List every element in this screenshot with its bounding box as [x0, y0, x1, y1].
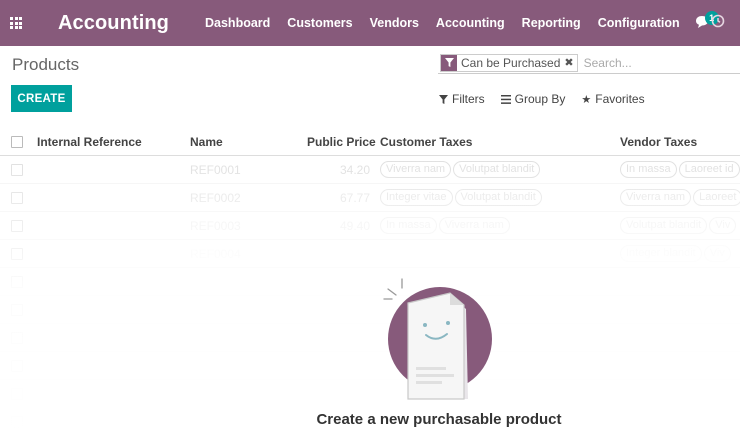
products-list: Internal Reference Name Public Price Cus…	[0, 128, 740, 436]
menu-item-dashboard[interactable]: Dashboard	[205, 16, 270, 30]
favorites-label: Favorites	[595, 92, 645, 106]
tax-tag: Integer blandit	[620, 245, 702, 262]
row-checkbox[interactable]	[11, 247, 23, 260]
select-all-checkbox[interactable]	[11, 135, 23, 148]
cell-customer-taxes: Integer vitae Volutpat blandit	[380, 189, 544, 206]
top-navbar: Accounting Dashboard Customers Vendors A…	[0, 0, 740, 46]
groupby-button[interactable]: Group By	[500, 92, 566, 106]
cell-vendor-taxes: Integer blandit Viv	[620, 245, 733, 262]
bars-icon	[500, 94, 511, 104]
table-row[interactable]: REF0003 49.40 In massa Viverra nam Volutpat …	[0, 212, 740, 240]
tax-tag: In massa	[380, 217, 437, 234]
tax-tag: Viv	[709, 217, 737, 234]
cell-customer-taxes: Viverra nam Volutpat blandit	[380, 161, 542, 178]
menu-item-reporting[interactable]: Reporting	[522, 16, 581, 30]
column-name[interactable]: Name	[190, 135, 223, 149]
create-button[interactable]: CREATE	[11, 85, 72, 112]
table-row[interactable]: REF0002 67.77 Integer vitae Volutpat blandi…	[0, 184, 740, 212]
tax-tag: Laoreet id	[678, 161, 740, 178]
tax-tag: Volutpat blandit	[453, 161, 541, 178]
menu-item-customers[interactable]: Customers	[287, 16, 352, 30]
tax-tag: Viverra nam	[620, 189, 692, 206]
table-body: REF0001 34.20 Viverra nam Volutpat blandit I…	[0, 156, 740, 436]
cell-vendor-taxes: Viverra nam Laoreet	[620, 189, 740, 206]
table-row[interactable]: REF0004 Integer blandit Viv	[0, 240, 740, 268]
cell-reference: REF0003	[190, 218, 241, 233]
cell-price: 49.40	[339, 218, 370, 233]
column-internal-reference[interactable]: Internal Reference	[37, 135, 142, 149]
column-public-price[interactable]: Public Price	[307, 135, 376, 149]
tax-tag: Viv	[703, 245, 731, 262]
table-row[interactable]: REF0001 34.20 Viverra nam Volutpat blandit I…	[0, 156, 740, 184]
row-checkbox[interactable]	[11, 275, 23, 288]
cell-customer-taxes: In massa Viverra nam	[380, 217, 512, 234]
filter-icon	[441, 54, 457, 71]
row-checkbox[interactable]	[11, 331, 23, 344]
search-bar: Can be Purchased ✖	[438, 52, 740, 74]
tax-tag: Integer vitae	[380, 189, 453, 206]
empty-state-title: Create a new purchasable product	[316, 411, 562, 428]
column-vendor-taxes[interactable]: Vendor Taxes	[620, 135, 697, 149]
groupby-label: Group By	[514, 92, 566, 106]
cell-reference: REF0001	[190, 162, 241, 177]
apps-menu-icon[interactable]	[4, 0, 28, 46]
page-title: Products	[12, 55, 80, 74]
tax-tag: Volutpat blandit	[454, 189, 542, 206]
search-options: Filters Group By ★ Favorites	[439, 92, 661, 106]
empty-document-illustration	[383, 278, 492, 400]
cell-vendor-taxes: Volutpat blandit Viv	[620, 217, 738, 234]
favorites-button[interactable]: ★ Favorites	[581, 92, 644, 106]
menu-item-configuration[interactable]: Configuration	[598, 16, 680, 30]
facet-label: Can be Purchased	[461, 55, 561, 70]
tax-tag: In massa	[620, 161, 677, 178]
tax-tag: Volutpat blandit	[620, 217, 708, 234]
row-checkbox[interactable]	[11, 219, 23, 232]
cell-price: 67.77	[339, 190, 370, 205]
row-checkbox[interactable]	[11, 163, 23, 176]
menu-item-accounting[interactable]: Accounting	[436, 16, 505, 30]
cell-reference: REF0002	[190, 190, 241, 205]
search-input[interactable]	[583, 55, 734, 70]
table-row[interactable]	[0, 380, 740, 408]
row-checkbox[interactable]	[11, 359, 23, 372]
main-menu: Dashboard Customers Vendors Accounting R…	[205, 16, 697, 30]
table-row[interactable]	[0, 352, 740, 380]
tax-tag: Laoreet	[693, 189, 740, 206]
filters-button[interactable]: Filters	[439, 92, 485, 106]
table-header: Internal Reference Name Public Price Cus…	[0, 128, 740, 156]
tax-tag: Viverra nam	[438, 217, 510, 234]
table-row[interactable]	[0, 268, 740, 296]
row-checkbox[interactable]	[11, 387, 23, 400]
activity-clock-icon[interactable]	[711, 14, 725, 28]
cell-vendor-taxes: In massa Laoreet id	[620, 161, 740, 178]
filter-icon	[439, 94, 448, 104]
tax-tag: Viverra nam	[380, 161, 452, 178]
menu-item-vendors[interactable]: Vendors	[370, 16, 419, 30]
row-checkbox[interactable]	[11, 303, 23, 316]
row-checkbox[interactable]	[11, 191, 23, 204]
cell-price: 34.20	[339, 162, 370, 177]
column-customer-taxes[interactable]: Customer Taxes	[380, 135, 472, 149]
app-name[interactable]: Accounting	[58, 12, 169, 35]
star-icon: ★	[581, 93, 592, 106]
table-row[interactable]	[0, 296, 740, 324]
table-row[interactable]	[0, 324, 740, 352]
cell-reference: REF0004	[190, 246, 241, 261]
filters-label: Filters	[452, 92, 485, 106]
facet-remove-icon[interactable]: ✖	[564, 56, 576, 69]
search-facet: Can be Purchased ✖	[440, 53, 578, 72]
